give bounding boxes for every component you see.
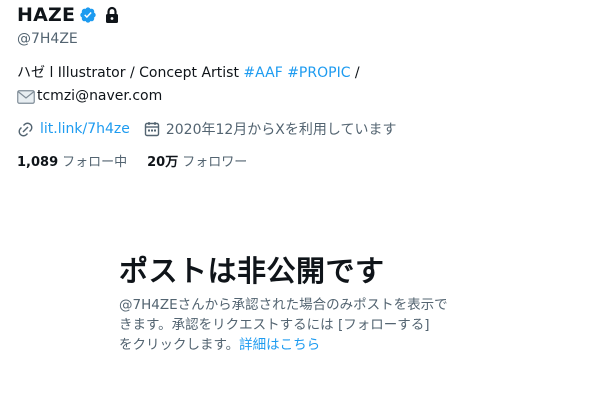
- bio-text: ハゼ l Illustrator / Concept Artist: [17, 65, 244, 81]
- profile-meta: lit.link/7h4ze 2020年12月からXを利用しています: [17, 119, 587, 139]
- name-row: HAZE: [17, 2, 587, 28]
- following-stat[interactable]: 1,089 フォロー中: [17, 151, 127, 170]
- bio-line-1: ハゼ l Illustrator / Concept Artist #AAF #…: [17, 62, 587, 85]
- followers-count: 20万: [147, 155, 179, 170]
- envelope-icon: [17, 89, 35, 104]
- private-account-notice: ポストは非公開です @7H4ZEさんから承認された場合のみポストを表示で きます…: [119, 252, 499, 355]
- learn-more-link[interactable]: 詳細はこちら: [239, 337, 320, 353]
- notice-line-3-text: をクリックします。: [119, 337, 240, 353]
- website-link[interactable]: lit.link/7h4ze: [40, 121, 130, 137]
- following-count: 1,089: [17, 155, 59, 170]
- following-label: フォロー中: [62, 155, 128, 170]
- notice-line-1: @7H4ZEさんから承認された場合のみポストを表示で: [119, 297, 448, 313]
- private-notice-body: @7H4ZEさんから承認された場合のみポストを表示で きます。承認をリクエストす…: [119, 295, 499, 355]
- bio-separator: /: [350, 65, 360, 81]
- bio-line-2: tcmzi@naver.com: [17, 85, 587, 108]
- hashtag-link[interactable]: #AAF: [243, 65, 282, 81]
- joined-date: 2020年12月からXを利用しています: [165, 122, 397, 138]
- website-item: lit.link/7h4ze: [17, 121, 130, 138]
- hashtag-link[interactable]: #PROPIC: [287, 65, 350, 81]
- joined-item: 2020年12月からXを利用しています: [144, 119, 397, 139]
- user-handle: @7H4ZE: [17, 31, 78, 47]
- private-notice-title: ポストは非公開です: [119, 254, 385, 288]
- follow-stats: 1,089 フォロー中 20万 フォロワー: [17, 151, 587, 170]
- notice-line-3: をクリックします。詳細はこちら: [119, 335, 499, 355]
- notice-line-2: きます。承認をリクエストするには [フォローする]: [119, 317, 430, 333]
- profile-bio: ハゼ l Illustrator / Concept Artist #AAF #…: [17, 62, 587, 108]
- bio-email: tcmzi@naver.com: [37, 88, 163, 104]
- profile-header: HAZE @7H4ZE ハゼ l Illustrator / Concept A…: [17, 2, 587, 170]
- display-name: HAZE: [17, 4, 76, 26]
- followers-stat[interactable]: 20万 フォロワー: [147, 151, 247, 170]
- followers-label: フォロワー: [182, 155, 248, 170]
- lock-icon: [104, 6, 120, 24]
- verified-badge-icon[interactable]: [79, 6, 97, 24]
- link-icon: [17, 121, 40, 138]
- calendar-icon: [144, 121, 166, 137]
